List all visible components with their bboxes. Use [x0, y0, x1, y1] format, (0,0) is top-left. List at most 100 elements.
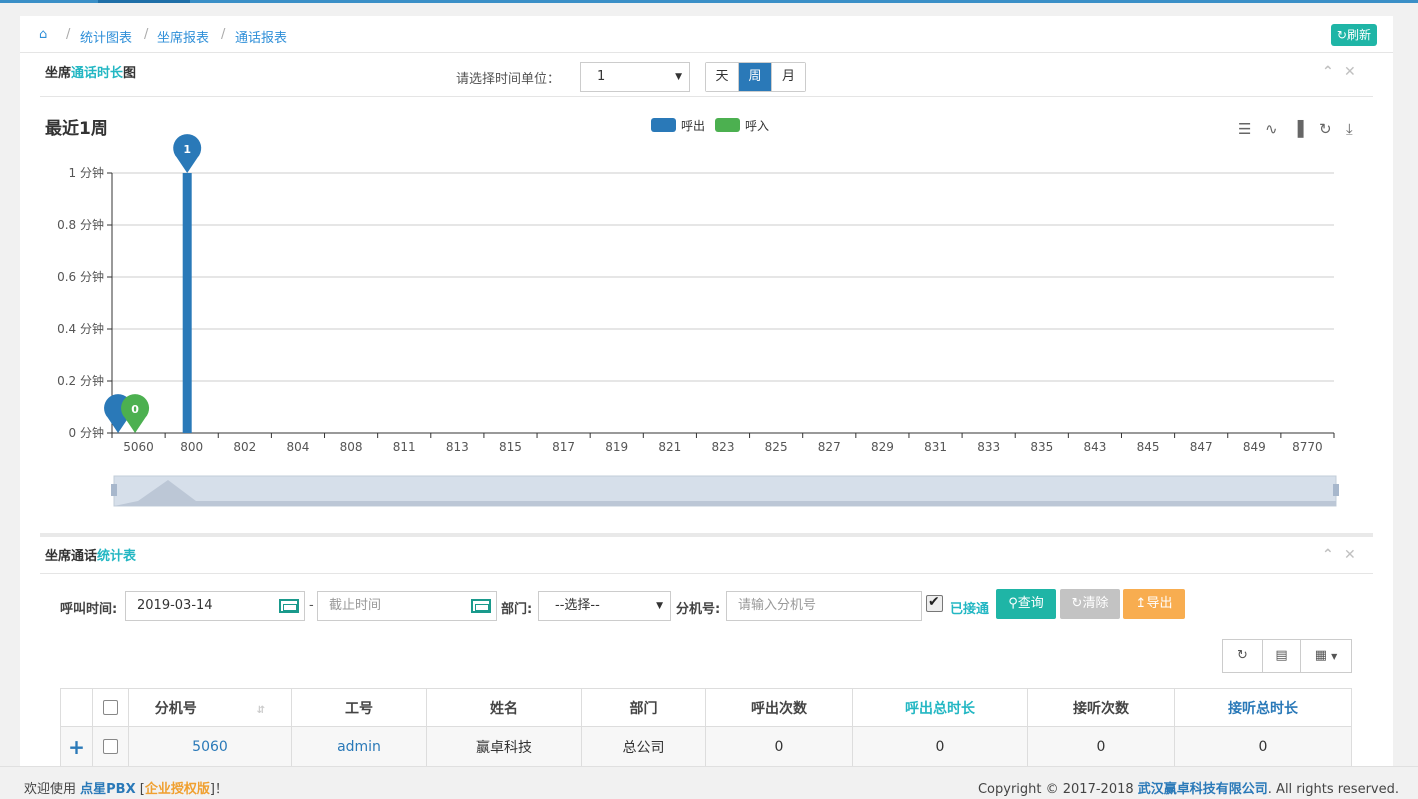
breadcrumb-separator: / — [221, 27, 226, 42]
collapse-icon[interactable]: ⌃ — [1322, 547, 1334, 563]
call-time-label: 呼叫时间: — [60, 602, 118, 617]
x-tick-label: 819 — [605, 440, 628, 454]
zoom-handle-left[interactable] — [111, 484, 117, 496]
download-icon[interactable]: ⤓ — [1346, 120, 1353, 138]
refresh-icon: ↻ — [1336, 28, 1347, 42]
sort-icon[interactable]: ⇵ — [257, 705, 265, 716]
extension-placeholder: 请输入分机号 — [738, 598, 817, 613]
x-tick-label: 800 — [180, 440, 203, 454]
job-number-link[interactable]: admin — [337, 739, 381, 755]
start-date-value: 2019-03-14 — [137, 598, 213, 613]
x-tick-label: 827 — [818, 440, 841, 454]
divider — [40, 96, 1373, 97]
y-tick-label: 1 分钟 — [69, 165, 104, 180]
breadcrumb-stat-charts[interactable]: 统计图表 — [80, 27, 132, 46]
extension-label: 分机号: — [676, 602, 721, 617]
refresh-label: 刷新 — [1346, 28, 1371, 42]
main-content: ⌂ / 统计图表 / 坐席报表 / 通话报表 ↻刷新 坐席通话时长图 请选择时间… — [20, 16, 1393, 767]
close-icon[interactable]: ✕ — [1344, 64, 1356, 80]
restore-icon[interactable]: ↻ — [1319, 120, 1332, 138]
plus-icon: + — [68, 734, 85, 759]
segment-day[interactable]: 天 — [706, 63, 739, 91]
data-view-icon[interactable]: ☰ — [1238, 120, 1251, 138]
product-name: 点星PBX — [80, 782, 136, 797]
chevron-down-icon: ▼ — [656, 601, 663, 611]
collapse-icon[interactable]: ⌃ — [1322, 64, 1334, 80]
cell-department: 总公司 — [581, 726, 706, 767]
marker-label: 0 — [131, 403, 139, 416]
bar-chart-icon[interactable]: ▐ — [1292, 119, 1304, 138]
legend-label: 呼出 — [681, 119, 705, 133]
header-expand — [60, 688, 93, 727]
x-tick-label: 817 — [552, 440, 575, 454]
x-tick-label: 847 — [1190, 440, 1213, 454]
calendar-icon[interactable] — [279, 599, 299, 613]
header-name: 姓名 — [426, 688, 582, 727]
export-button[interactable]: ↥导出 — [1123, 589, 1185, 619]
line-chart-icon[interactable]: ∿ — [1265, 120, 1278, 138]
company-link[interactable]: 武汉赢卓科技有限公司 — [1138, 782, 1268, 797]
x-tick-label: 813 — [446, 440, 469, 454]
cell-extension: 5060 — [128, 726, 292, 767]
time-unit-segment: 天 周 月 — [705, 62, 806, 92]
x-tick-label: 823 — [712, 440, 735, 454]
x-tick-label: 849 — [1243, 440, 1266, 454]
bar-呼出 — [182, 173, 192, 433]
close-icon[interactable]: ✕ — [1344, 547, 1356, 563]
table-refresh-button[interactable]: ↻ — [1222, 639, 1263, 673]
extension-link[interactable]: 5060 — [192, 739, 228, 755]
y-tick-label: 0.4 分钟 — [57, 321, 104, 336]
chevron-down-icon: ▼ — [675, 72, 682, 82]
table-panel-title: 坐席通话统计表 — [45, 549, 137, 564]
chart-panel-title: 坐席通话时长图 — [45, 66, 137, 81]
end-date-input[interactable]: 截止时间 — [317, 591, 497, 621]
columns-button[interactable]: ▦ ▼ — [1300, 639, 1352, 673]
breadcrumb-call-report[interactable]: 通话报表 — [235, 27, 287, 46]
cell-answered-count: 0 — [1027, 726, 1175, 767]
top-bar — [0, 0, 1418, 3]
cell-job-number: admin — [291, 726, 427, 767]
breadcrumb-agent-report[interactable]: 坐席报表 — [157, 27, 209, 46]
cell-outbound-duration: 0 — [852, 726, 1028, 767]
clear-button[interactable]: ↻清除 — [1060, 589, 1120, 619]
toggle-view-button[interactable]: ▤ — [1262, 639, 1301, 673]
department-label: 部门: — [501, 602, 533, 617]
export-icon: ↥ — [1135, 596, 1147, 611]
clear-label: 清除 — [1082, 596, 1109, 611]
time-unit-select[interactable]: 1 ▼ — [580, 62, 690, 92]
header-department: 部门 — [581, 688, 706, 727]
marker-label: 1 — [183, 143, 191, 156]
query-button[interactable]: ⚲查询 — [996, 589, 1056, 619]
refresh-button[interactable]: ↻刷新 — [1330, 24, 1377, 46]
row-checkbox[interactable] — [103, 739, 118, 754]
select-all-checkbox[interactable] — [103, 700, 118, 715]
y-tick-label: 0 分钟 — [69, 425, 104, 440]
connected-checkbox[interactable] — [926, 594, 943, 612]
x-tick-label: 8770 — [1292, 440, 1323, 454]
footer: 欢迎使用 点星PBX [企业授权版]！ Copyright © 2017-201… — [0, 766, 1418, 799]
department-value: --选择-- — [555, 598, 600, 613]
search-icon: ⚲ — [1008, 596, 1018, 611]
header-extension[interactable]: 分机号 ⇵ — [128, 688, 292, 727]
x-tick-label: 811 — [393, 440, 416, 454]
refresh-icon: ↻ — [1237, 648, 1248, 663]
cell-outbound-count: 0 — [705, 726, 853, 767]
start-date-input[interactable]: 2019-03-14 — [125, 591, 305, 621]
chevron-down-icon: ▼ — [1331, 652, 1338, 661]
x-tick-label: 829 — [871, 440, 894, 454]
extension-input[interactable]: 请输入分机号 — [726, 591, 922, 621]
y-tick-label: 0.8 分钟 — [57, 217, 104, 232]
breadcrumb-separator: / — [66, 27, 71, 42]
calendar-icon[interactable] — [471, 599, 491, 613]
edition-label: 企业授权版 — [144, 782, 210, 797]
legend-swatch — [651, 118, 676, 132]
x-tick-label: 808 — [340, 440, 363, 454]
home-icon[interactable]: ⌂ — [39, 27, 47, 42]
zoom-handle-right[interactable] — [1333, 484, 1339, 496]
department-select[interactable]: --选择-- ▼ — [538, 591, 671, 621]
x-tick-label: 5060 — [123, 440, 154, 454]
segment-month[interactable]: 月 — [772, 63, 805, 91]
expand-row-button[interactable]: + — [60, 726, 93, 767]
legend-label: 呼入 — [745, 119, 769, 133]
segment-week[interactable]: 周 — [739, 63, 772, 91]
